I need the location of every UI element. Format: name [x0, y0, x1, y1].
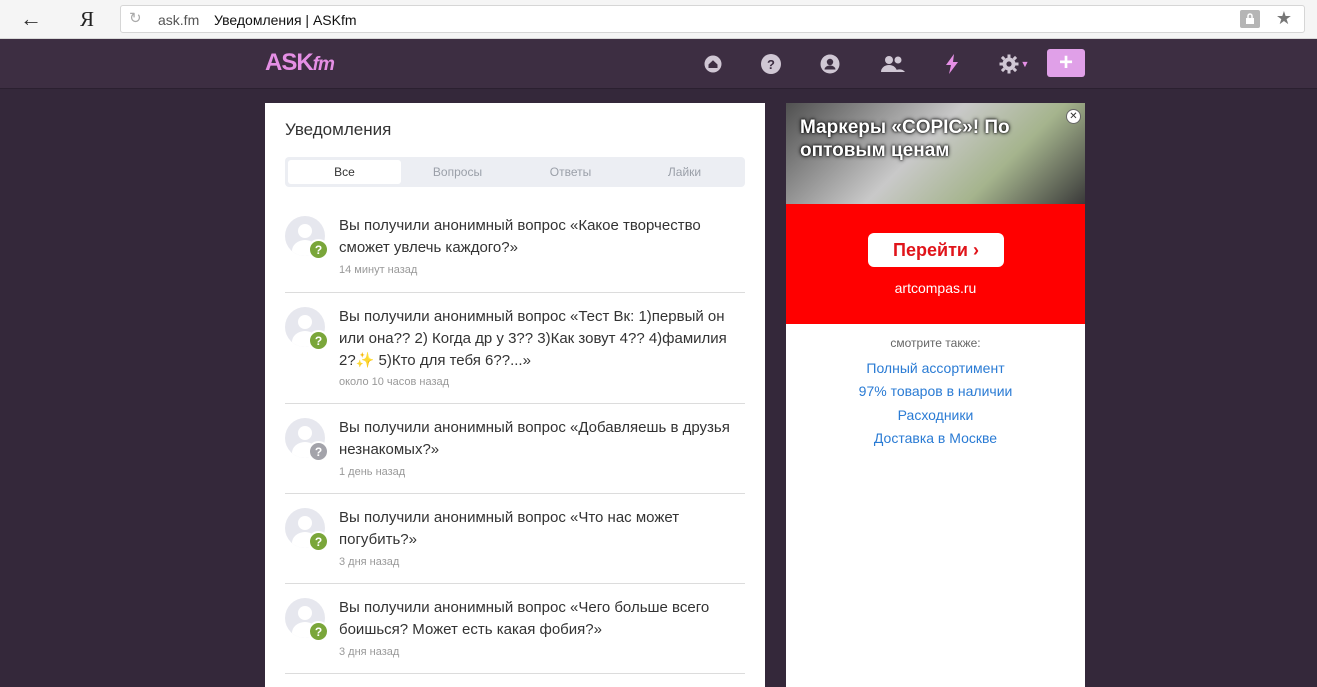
- notification-text: Вы получили анонимный вопрос «Чего больш…: [339, 599, 710, 638]
- ad-link[interactable]: 97% товаров в наличии: [786, 383, 1085, 399]
- tab-questions[interactable]: Вопросы: [401, 160, 514, 184]
- notification-text: Вы получили анонимный вопрос «Что нас мо…: [339, 509, 680, 548]
- logo-main: ASK: [265, 49, 314, 76]
- advertisement: Маркеры «COPIC»! По оптовым ценам ✕ Пере…: [786, 103, 1085, 687]
- question-badge-icon: ?: [308, 621, 329, 642]
- bolt-icon[interactable]: [940, 52, 964, 76]
- notification-time: 3 дня назад: [339, 556, 400, 568]
- notification-time: около 10 часов назад: [339, 376, 450, 388]
- askfm-logo[interactable]: ASKfm: [265, 49, 335, 77]
- notification-text: Вы получили анонимный вопрос «Какое твор…: [339, 217, 701, 256]
- ad-link[interactable]: Полный ассортимент: [786, 360, 1085, 376]
- back-arrow-icon[interactable]: ←: [14, 6, 48, 32]
- help-icon[interactable]: ?: [759, 52, 783, 76]
- page-title: Уведомления: [285, 120, 392, 139]
- notification-item[interactable]: ? Вы получили анонимный вопрос «Добавляе…: [285, 404, 745, 494]
- profile-icon[interactable]: [818, 52, 842, 76]
- close-icon[interactable]: ✕: [1066, 109, 1081, 124]
- tab-likes[interactable]: Лайки: [628, 160, 741, 184]
- notification-item[interactable]: ? Вы получили анонимный вопрос «Какое тв…: [285, 202, 745, 293]
- tab-answers[interactable]: Ответы: [514, 160, 627, 184]
- gear-icon[interactable]: ▼: [996, 52, 1032, 76]
- ad-link[interactable]: Доставка в Москве: [786, 430, 1085, 446]
- chevron-down-icon: ▼: [1020, 59, 1030, 69]
- ad-cta-panel: Перейти › artcompas.ru: [786, 204, 1085, 324]
- ad-see-also-label: смотрите также:: [890, 336, 981, 350]
- ad-domain[interactable]: artcompas.ru: [786, 280, 1085, 296]
- question-badge-icon: ?: [308, 441, 329, 462]
- notification-item[interactable]: ? Вы получили анонимный вопрос «Что нас …: [285, 494, 745, 584]
- notification-tabs: Все Вопросы Ответы Лайки: [285, 157, 745, 187]
- notification-item[interactable]: ? Вы получили анонимный вопрос «Тест Вк:…: [285, 293, 745, 404]
- notification-time: 1 день назад: [339, 466, 406, 478]
- ad-headline: Маркеры «COPIC»! По оптовым ценам: [800, 117, 1010, 161]
- ad-image[interactable]: Маркеры «COPIC»! По оптовым ценам: [786, 103, 1085, 204]
- logo-suffix: fm: [312, 54, 335, 75]
- yandex-logo[interactable]: Я: [80, 7, 94, 32]
- home-icon[interactable]: [701, 52, 725, 76]
- address-bar[interactable]: ↻ ask.fm Уведомления | ASKfm ★: [120, 5, 1305, 33]
- notification-time: 14 минут назад: [339, 264, 418, 276]
- lock-icon[interactable]: [1240, 10, 1260, 28]
- friends-icon[interactable]: [879, 52, 907, 76]
- reload-icon[interactable]: ↻: [129, 9, 142, 27]
- site-header: ASKfm ? ▼ +: [0, 39, 1317, 89]
- question-badge-icon: ?: [308, 531, 329, 552]
- notification-text: Вы получили анонимный вопрос «Тест Вк: 1…: [339, 308, 727, 369]
- question-badge-icon: ?: [308, 330, 329, 351]
- ad-link[interactable]: Расходники: [786, 407, 1085, 423]
- bookmark-star-icon[interactable]: ★: [1276, 8, 1292, 29]
- browser-toolbar: ← Я ↻ ask.fm Уведомления | ASKfm ★: [0, 0, 1317, 39]
- notification-text: Вы получили анонимный вопрос «Добавляешь…: [339, 419, 730, 458]
- ask-question-button[interactable]: +: [1047, 49, 1085, 77]
- tab-all[interactable]: Все: [288, 160, 401, 184]
- ad-go-button[interactable]: Перейти ›: [868, 233, 1004, 267]
- page-title-in-url: Уведомления | ASKfm: [214, 12, 357, 28]
- question-badge-icon: ?: [308, 239, 329, 260]
- notifications-card: Уведомления Все Вопросы Ответы Лайки ? В…: [265, 103, 765, 687]
- notification-item[interactable]: ? Вы получили анонимный вопрос «Чего бол…: [285, 584, 745, 674]
- url-domain: ask.fm: [158, 12, 200, 28]
- notification-time: 3 дня назад: [339, 646, 400, 658]
